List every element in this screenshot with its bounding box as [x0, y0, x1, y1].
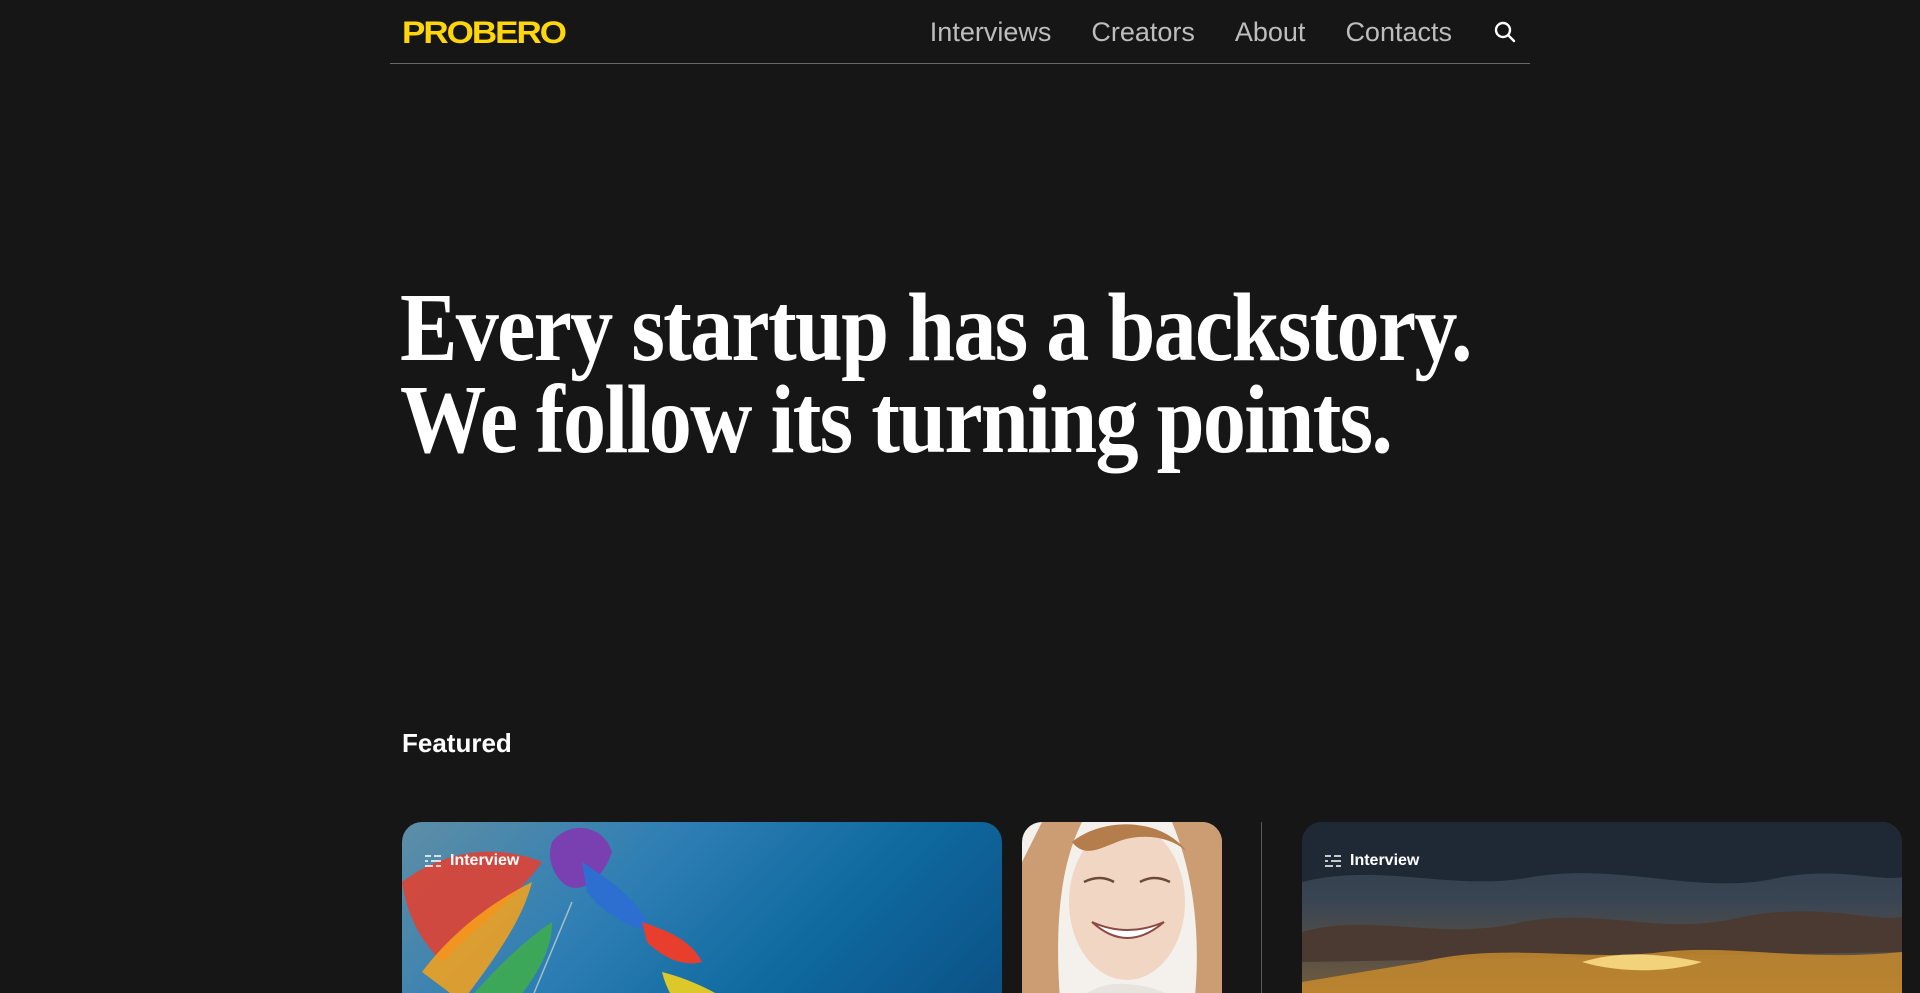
search-button[interactable]	[1492, 19, 1518, 45]
nav-creators[interactable]: Creators	[1091, 0, 1195, 64]
badge-label: Interview	[1350, 852, 1420, 869]
site-header: PROBERO Interviews Creators About Contac…	[390, 0, 1530, 64]
rainbow-bird-kite-image	[402, 828, 716, 993]
hero-line-1: Every startup has a backstory.	[400, 274, 1473, 382]
featured-card-portrait[interactable]	[1022, 822, 1222, 993]
nav-contacts[interactable]: Contacts	[1345, 0, 1452, 64]
featured-heading: Featured	[402, 728, 512, 758]
filter-lines-icon	[1325, 855, 1341, 867]
nav-about[interactable]: About	[1235, 0, 1306, 64]
filter-lines-icon	[425, 855, 441, 867]
search-icon	[1494, 21, 1516, 43]
badge-label: Interview	[450, 852, 520, 869]
interview-badge: Interview	[424, 852, 519, 870]
main-nav: Interviews Creators About Contacts	[930, 0, 1530, 64]
featured-card-sky[interactable]: Interview	[1302, 822, 1902, 993]
nav-interviews[interactable]: Interviews	[930, 0, 1052, 64]
featured-divider	[1261, 822, 1262, 993]
probero-logo[interactable]: PROBERO	[402, 15, 567, 50]
hero-headline: Every startup has a backstory. We follow…	[400, 274, 1473, 474]
featured-card-kite[interactable]: Interview	[402, 822, 1002, 993]
hero-line-2: We follow its turning points.	[400, 366, 1393, 474]
interview-badge: Interview	[1324, 852, 1419, 870]
stormy-sky-image	[1302, 822, 1902, 993]
woman-portrait-image	[1022, 822, 1222, 993]
